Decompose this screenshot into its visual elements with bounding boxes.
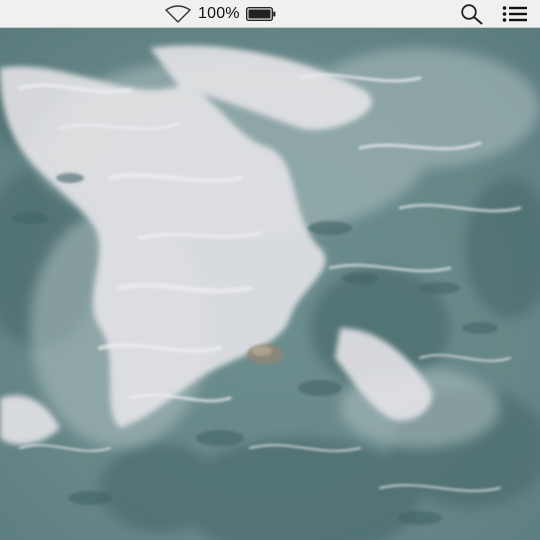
list-icon[interactable]: [502, 4, 528, 24]
ocean-wallpaper: [0, 28, 540, 540]
battery-percentage: 100%: [198, 5, 240, 22]
status-area: 100%: [164, 3, 276, 25]
desktop-screen: 100%: [0, 0, 540, 540]
menu-bar: 100%: [0, 0, 540, 28]
wifi-icon[interactable]: [164, 4, 192, 24]
battery-icon[interactable]: [245, 7, 276, 21]
search-icon[interactable]: [460, 3, 484, 25]
